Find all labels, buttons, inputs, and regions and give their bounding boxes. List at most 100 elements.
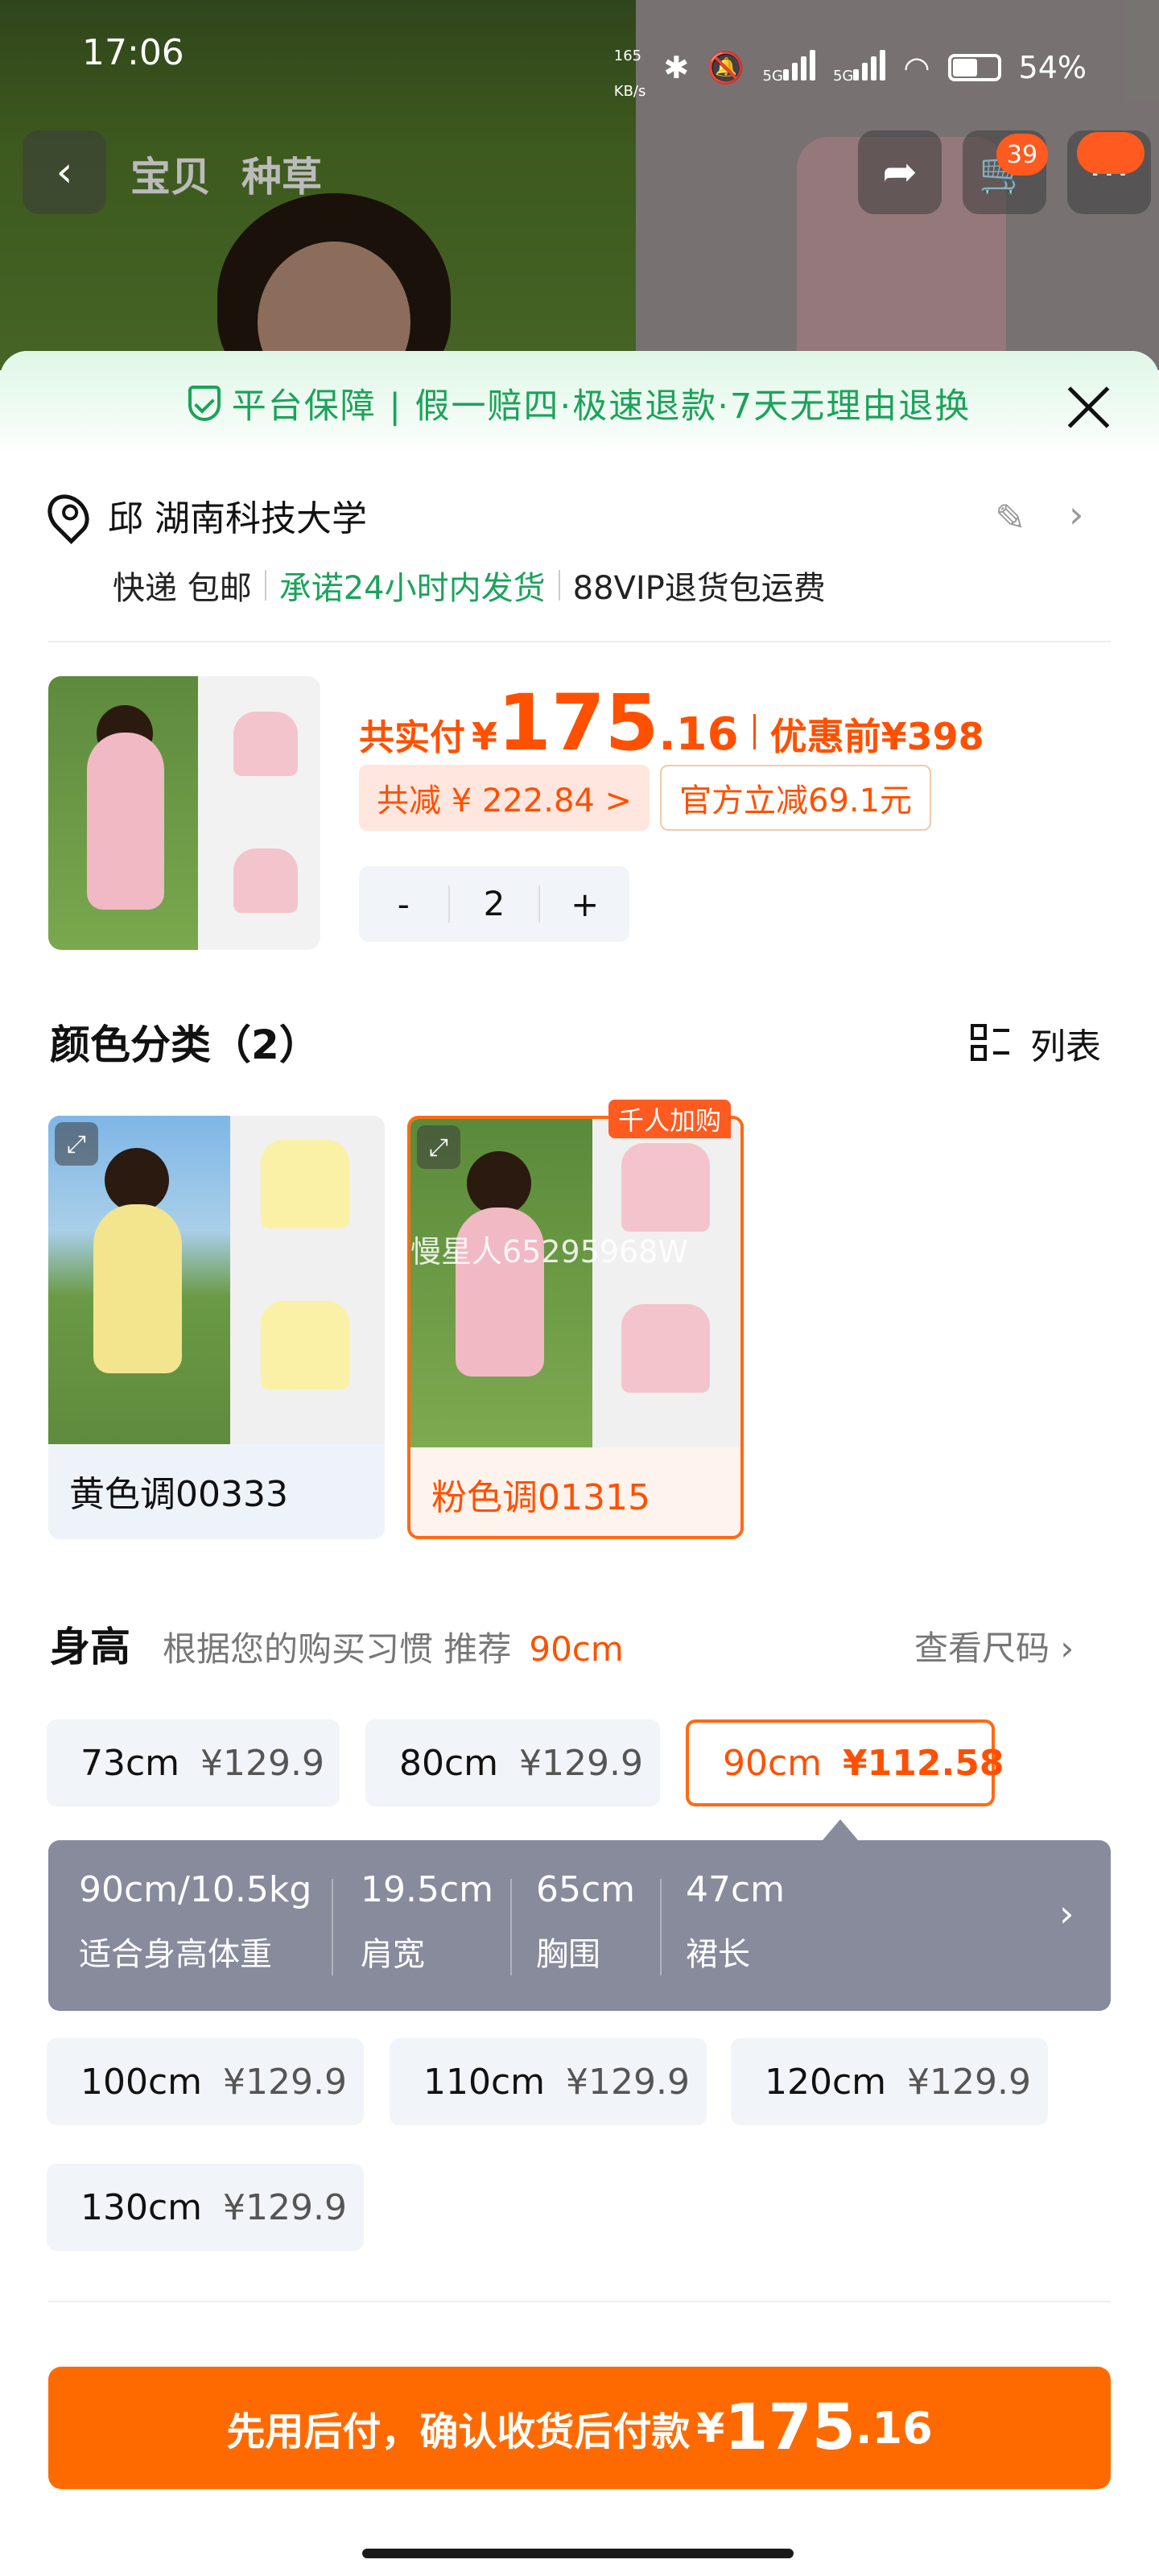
share-icon: ➦ xyxy=(882,148,918,196)
color-option-image xyxy=(48,1116,385,1444)
status-icons: 165 KB/s ✱ 🔕 5G 5G ◠ 54% xyxy=(614,32,1087,103)
share-button[interactable]: ➦ xyxy=(858,130,942,214)
bluetooth-icon: ✱ xyxy=(663,50,690,85)
expand-icon[interactable]: ⤢ xyxy=(55,1122,98,1166)
spec-item: 19.5cm 肩宽 xyxy=(361,1869,494,1973)
final-price: 共实付 ¥ 175 .16 优惠前 ¥398 xyxy=(359,684,984,762)
before-discount-label: 优惠前 xyxy=(769,715,881,758)
ship-promise: 承诺24小时内发货 xyxy=(278,570,546,607)
product-thumbnail[interactable] xyxy=(48,676,320,950)
edit-address-icon[interactable]: ✎ xyxy=(995,496,1026,539)
address-name: 邱 湖南科技大学 xyxy=(108,498,367,539)
height-option[interactable]: 110cm ¥129.9 xyxy=(390,2038,707,2125)
back-arrow-icon: ‹ xyxy=(56,148,73,196)
recommend-text: 根据您的购买习惯 推荐 xyxy=(163,1629,512,1669)
signal-icon: 5G xyxy=(763,48,815,88)
height-option-selected[interactable]: 90cm ¥112.58 xyxy=(686,1719,1004,1806)
chevron-right-icon: › xyxy=(1059,1892,1074,1935)
divider xyxy=(264,570,266,601)
size-chart-link[interactable]: 查看尺码 › xyxy=(914,1621,1074,1670)
color-option-image xyxy=(410,1119,740,1447)
price-decimal: .16 xyxy=(658,708,739,761)
spec-item: 65cm 胸围 xyxy=(536,1869,636,1973)
before-discount-price: ¥398 xyxy=(881,715,984,758)
quantity-value[interactable]: 2 xyxy=(448,886,541,923)
color-option-yellow[interactable]: ⤢ 黄色调00333 xyxy=(48,1116,385,1539)
height-option[interactable]: 73cm ¥129.9 xyxy=(47,1719,340,1806)
status-bar: 17:06 165 KB/s ✱ 🔕 5G 5G ◠ 54% xyxy=(0,0,1159,105)
pay-later-button[interactable]: 先用后付，确认收货后付款 ¥ 175 .16 xyxy=(48,2367,1111,2489)
vip-return: 88VIP退货包运费 xyxy=(572,570,826,607)
home-indicator[interactable] xyxy=(362,2549,794,2558)
cta-currency: ¥ xyxy=(696,2405,725,2451)
hot-badge: 千人加购 xyxy=(608,1100,732,1138)
close-button[interactable] xyxy=(1062,382,1114,433)
chevron-right-icon[interactable]: › xyxy=(1069,493,1083,536)
kid-head xyxy=(467,1151,531,1216)
height-option[interactable]: 100cm ¥129.9 xyxy=(47,2038,364,2125)
shield-check-icon xyxy=(188,386,221,421)
quantity-stepper: - 2 + xyxy=(359,866,629,942)
height-title: 身高 xyxy=(50,1624,130,1670)
sku-selection-sheet: 平台保障 | 假一赔四·极速退款·7天无理由退换 邱 湖南科技大学 ✎ › 快递… xyxy=(0,351,1159,2576)
spec-tooltip-arrow xyxy=(823,1819,858,1840)
decrease-button[interactable]: - xyxy=(359,885,448,924)
tab-grass[interactable]: 种草 xyxy=(241,145,322,203)
back-button[interactable]: ‹ xyxy=(23,130,106,214)
dress-back xyxy=(621,1304,710,1393)
pay-label: 共实付 xyxy=(359,717,465,758)
dress-back xyxy=(261,1301,349,1389)
wifi-icon: ◠ xyxy=(903,50,930,85)
height-option[interactable]: 130cm ¥129.9 xyxy=(47,2164,364,2251)
cart-count-badge: 39 xyxy=(996,134,1048,175)
dress-front xyxy=(621,1143,710,1232)
spec-item: 47cm 裙长 xyxy=(686,1869,786,1973)
divider xyxy=(48,641,1111,642)
divider xyxy=(660,1879,662,1975)
list-view-icon xyxy=(971,1024,1009,1063)
color-option-pink[interactable]: ⤢ 粉色调01315 xyxy=(407,1116,744,1539)
status-time: 17:06 xyxy=(82,32,184,73)
size-spec-panel[interactable]: 90cm/10.5kg 适合身高体重 19.5cm 肩宽 65cm 胸围 47c… xyxy=(48,1840,1111,2011)
price-integer: 175 xyxy=(497,678,659,768)
height-option[interactable]: 80cm ¥129.9 xyxy=(365,1719,660,1806)
cta-price-decimal: .16 xyxy=(855,2402,933,2454)
color-section-title: 颜色分类（2） xyxy=(50,1022,320,1068)
height-section-header: 身高 根据您的购买习惯 推荐 90cm xyxy=(50,1615,624,1673)
increase-button[interactable]: + xyxy=(540,885,629,924)
watermark-text: 慢星人65295968W xyxy=(410,1234,688,1269)
thumbnail-dress-back xyxy=(233,848,298,913)
battery-icon xyxy=(947,54,1001,81)
kid-head xyxy=(105,1148,169,1212)
network-speed: 165 KB/s xyxy=(613,47,646,100)
divider xyxy=(558,570,560,601)
thumbnail-kid-dress xyxy=(87,733,164,910)
platform-guarantee-banner[interactable]: 平台保障 | 假一赔四·极速退款·7天无理由退换 xyxy=(0,351,1159,456)
discount-total-chip[interactable]: 共减 ¥ 222.84 > xyxy=(359,765,650,831)
message-badge xyxy=(1077,132,1145,174)
divider xyxy=(753,714,756,749)
list-view-toggle[interactable]: 列表 xyxy=(971,1018,1101,1069)
divider xyxy=(48,2301,1111,2302)
battery-percent: 54% xyxy=(1018,50,1087,85)
color-option-label: 粉色调01315 xyxy=(431,1477,650,1518)
tab-item[interactable]: 宝贝 xyxy=(130,145,211,203)
thumbnail-dress-front xyxy=(233,712,298,776)
shipping-info: 快递 包邮 承诺24小时内发货 88VIP退货包运费 xyxy=(113,562,826,609)
kid-dress xyxy=(93,1204,182,1373)
location-pin-icon xyxy=(39,485,98,545)
expand-icon[interactable]: ⤢ xyxy=(417,1125,460,1169)
height-option[interactable]: 120cm ¥129.9 xyxy=(731,2038,1048,2125)
cta-price-integer: 175 xyxy=(724,2392,856,2464)
ship-method: 快递 包邮 xyxy=(113,570,252,607)
guarantee-text: 平台保障 | 假一赔四·极速退款·7天无理由退换 xyxy=(231,386,971,427)
signal-icon-2: 5G xyxy=(833,48,886,88)
divider xyxy=(510,1879,512,1975)
cta-text: 先用后付，确认收货后付款 xyxy=(226,2409,691,2454)
recommend-value: 90cm xyxy=(529,1629,624,1669)
dress-front xyxy=(261,1140,349,1228)
currency-symbol: ¥ xyxy=(472,715,498,758)
mute-icon: 🔕 xyxy=(707,49,745,85)
address-row[interactable]: 邱 湖南科技大学 xyxy=(39,485,367,545)
spec-item: 90cm/10.5kg 适合身高体重 xyxy=(79,1869,312,1973)
